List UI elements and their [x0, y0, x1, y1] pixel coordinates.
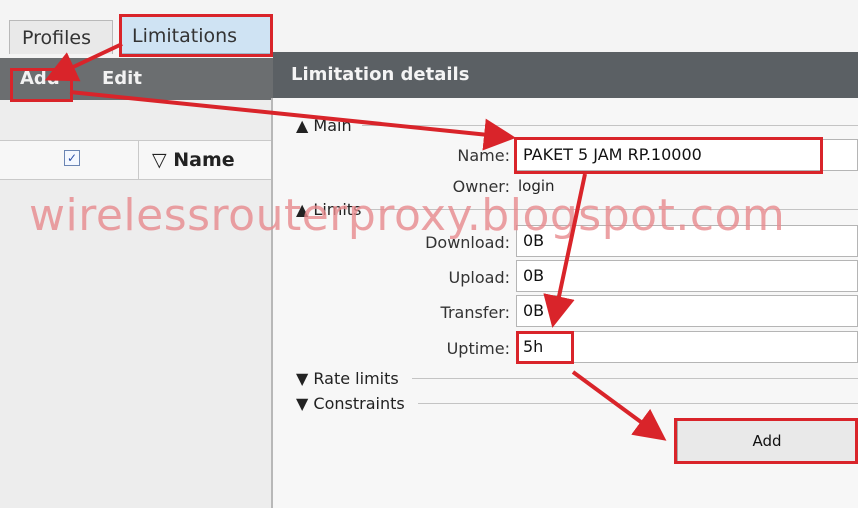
arrow-name-to-uptime [543, 173, 587, 328]
annotation-arrows [44, 42, 667, 441]
arrow-tab-to-add [44, 42, 123, 82]
arrow-uptime-to-add [571, 370, 667, 441]
arrow-add-to-name [69, 90, 516, 151]
